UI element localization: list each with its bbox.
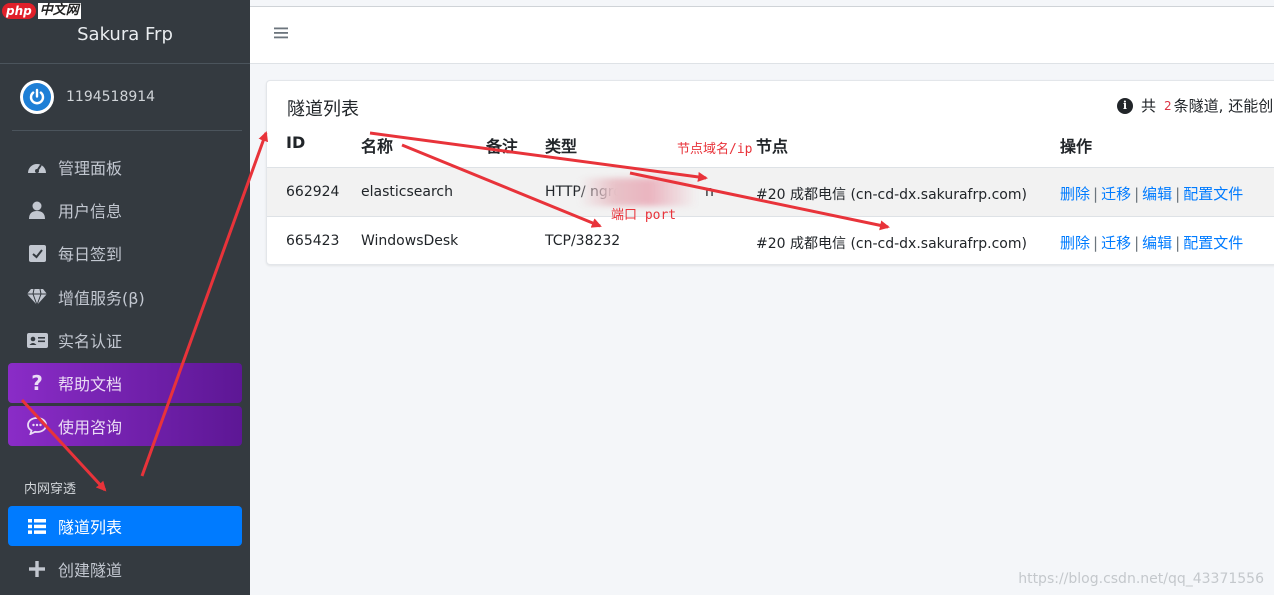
- watermark: https://blog.csdn.net/qq_43371556: [1018, 571, 1264, 587]
- divider: [0, 63, 250, 64]
- table-row: 665423 WindowsDesk TCP/38232 #20 成都电信 (c…: [267, 216, 1274, 265]
- sidebar-item-label: 帮助文档: [58, 375, 123, 394]
- user-icon: [26, 199, 48, 221]
- cell-id: 662924: [286, 184, 340, 200]
- config-file-link[interactable]: 配置文件: [1183, 234, 1243, 252]
- sidebar-item-premium[interactable]: 增值服务(β): [8, 277, 242, 317]
- tunnel-quota-info: i 共 2 条隧道, 还能创: [1117, 95, 1273, 116]
- column-header-note[interactable]: 备注: [486, 133, 518, 157]
- sidebar-item-label: 管理面板: [58, 159, 123, 178]
- sidebar-item-label: 创建隧道: [58, 561, 123, 580]
- id-card-icon: [26, 329, 48, 351]
- cell-type: TCP/38232: [545, 233, 621, 249]
- cell-node: #20 成都电信 (cn-cd-dx.sakurafrp.com): [756, 187, 1027, 203]
- power-icon: [29, 88, 45, 105]
- sidebar-item-label: 使用咨询: [58, 418, 123, 437]
- section-header: 内网穿透: [24, 482, 77, 497]
- config-file-link[interactable]: 配置文件: [1183, 185, 1243, 203]
- cell-name: WindowsDesk: [361, 233, 459, 249]
- table-row: 662924 elasticsearch HTTP/ ngrok. n #20 …: [267, 167, 1274, 216]
- tachometer-icon: [26, 156, 48, 178]
- tunnel-count: 2: [1164, 98, 1172, 113]
- menu-toggle-icon[interactable]: [273, 25, 289, 41]
- column-header-id[interactable]: ID: [286, 133, 305, 152]
- sidebar-item-verification[interactable]: 实名认证: [8, 320, 242, 360]
- row-actions: 删除 | 迁移 | 编辑 | 配置文件: [1060, 234, 1244, 252]
- sidebar-item-label: 增值服务(β): [58, 289, 145, 308]
- row-actions: 删除 | 迁移 | 编辑 | 配置文件: [1060, 185, 1244, 203]
- username: 1194518914: [66, 89, 156, 105]
- divider: [12, 130, 242, 131]
- edit-link[interactable]: 编辑: [1142, 185, 1172, 203]
- plus-icon: [26, 558, 48, 580]
- redacted-area: [579, 178, 697, 206]
- sidebar-item-user-info[interactable]: 用户信息: [8, 190, 242, 230]
- top-navbar: [250, 6, 1274, 64]
- sidebar-item-dashboard[interactable]: 管理面板: [8, 147, 242, 187]
- cell-type-tail: n: [705, 184, 714, 200]
- sidebar-item-consult[interactable]: 使用咨询: [8, 406, 242, 446]
- sidebar-item-help-docs[interactable]: ? 帮助文档: [8, 363, 242, 403]
- tunnel-list-card: 隧道列表 i 共 2 条隧道, 还能创 ID 名称 备注 类型 节点 操作 66…: [266, 80, 1274, 265]
- annotation-node-domain: 节点域名/ip: [677, 142, 753, 157]
- avatar: [20, 80, 54, 114]
- question-icon: ?: [31, 371, 43, 395]
- chat-icon: [26, 415, 48, 437]
- sidebar-item-tunnel-list[interactable]: 隧道列表: [8, 506, 242, 546]
- checkbox-icon: [26, 242, 48, 264]
- user-panel[interactable]: 1194518914: [20, 80, 155, 114]
- sidebar-item-checkin[interactable]: 每日签到: [8, 233, 242, 273]
- column-header-actions[interactable]: 操作: [1060, 133, 1092, 157]
- delete-link[interactable]: 删除: [1060, 185, 1090, 203]
- sidebar-item-label: 用户信息: [58, 202, 123, 221]
- cell-node: #20 成都电信 (cn-cd-dx.sakurafrp.com): [756, 236, 1027, 252]
- delete-link[interactable]: 删除: [1060, 234, 1090, 252]
- card-title: 隧道列表: [287, 99, 359, 120]
- sidebar-item-label: 每日签到: [58, 245, 123, 264]
- sidebar-item-label: 实名认证: [58, 332, 123, 351]
- column-header-type[interactable]: 类型: [545, 133, 577, 157]
- sidebar-item-create-tunnel[interactable]: 创建隧道: [8, 549, 242, 589]
- info-suffix: 条隧道, 还能创: [1173, 97, 1274, 115]
- migrate-link[interactable]: 迁移: [1101, 185, 1131, 203]
- column-header-name[interactable]: 名称: [361, 133, 393, 157]
- diamond-icon: [26, 286, 48, 308]
- cell-id: 665423: [286, 233, 340, 249]
- migrate-link[interactable]: 迁移: [1101, 234, 1131, 252]
- cell-name: elasticsearch: [361, 184, 453, 200]
- info-prefix: 共: [1141, 97, 1157, 115]
- edit-link[interactable]: 编辑: [1142, 234, 1172, 252]
- annotation-port: 端口 port: [611, 208, 677, 223]
- sidebar: php 中文网 Sakura Frp 1194518914 管理面板 用户信息: [0, 0, 250, 595]
- sidebar-item-label: 隧道列表: [58, 518, 123, 537]
- brand-title[interactable]: Sakura Frp: [0, 14, 250, 56]
- list-icon: [26, 515, 48, 537]
- column-header-node[interactable]: 节点: [756, 133, 788, 157]
- info-icon: i: [1117, 97, 1133, 114]
